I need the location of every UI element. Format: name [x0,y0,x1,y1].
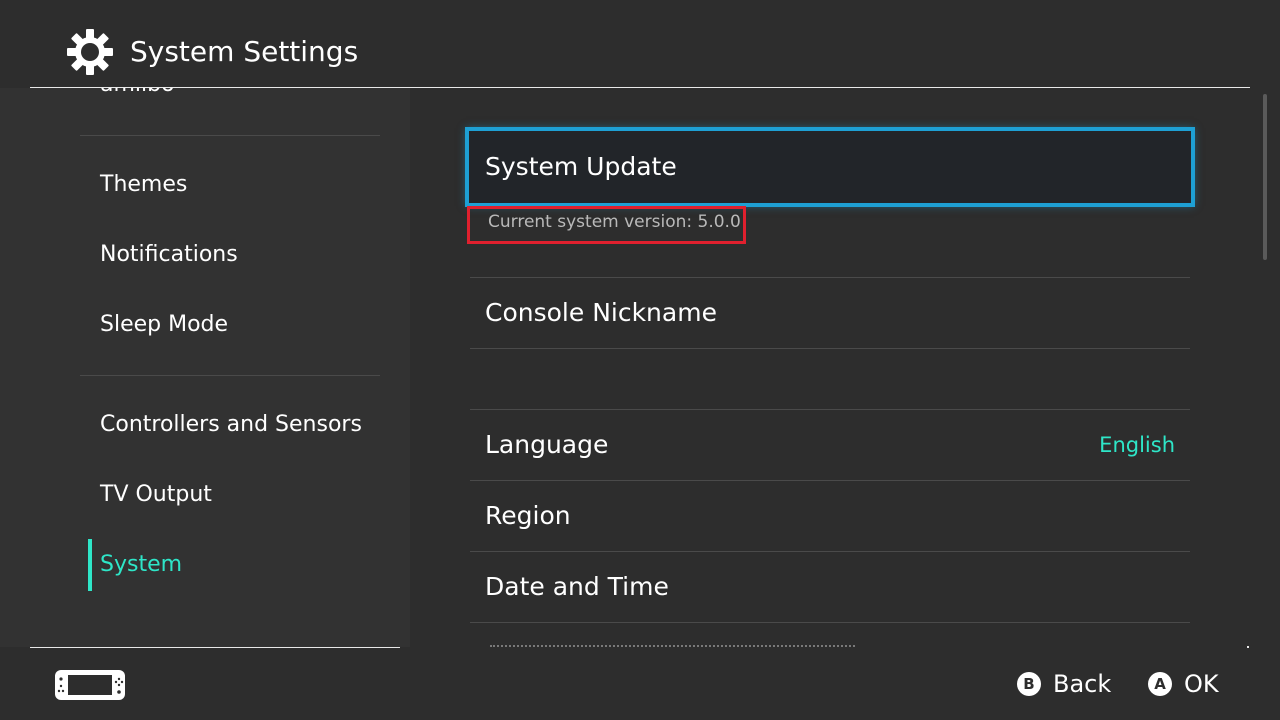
sidebar: amiibo Themes Notifications Sleep Mode C… [0,88,410,647]
sidebar-item-themes[interactable]: Themes [100,170,187,200]
ok-button[interactable]: A OK [1148,666,1219,702]
language-label: Language [485,430,609,459]
back-label: Back [1053,670,1112,698]
language-value: English [1099,433,1175,457]
sidebar-item-sleep-mode[interactable]: Sleep Mode [100,310,228,340]
date-and-time-row[interactable]: Date and Time [470,552,1190,622]
gear-icon [67,29,113,75]
sidebar-item-controllers-and-sensors[interactable]: Controllers and Sensors [100,410,362,440]
sidebar-active-indicator [88,539,92,591]
console-handheld-icon [55,670,125,700]
scrollbar[interactable] [1263,94,1267,260]
header: System Settings [0,0,1280,88]
sidebar-item-tv-output[interactable]: TV Output [100,480,212,510]
a-button-icon: A [1148,672,1172,696]
page-title: System Settings [130,35,359,68]
sidebar-divider [80,375,380,376]
next-row-edge [490,645,855,647]
back-button[interactable]: B Back [1017,666,1111,702]
region-row[interactable]: Region [470,481,1190,551]
b-button-icon: B [1017,672,1041,696]
console-nickname-label: Console Nickname [485,298,717,327]
date-and-time-label: Date and Time [485,572,669,601]
row-divider [470,348,1190,349]
version-highlight-box [467,206,746,244]
system-update-row[interactable]: System Update [466,128,1194,206]
main-panel: System Update Current system version: 5.… [410,88,1250,647]
footer-divider-end [1247,646,1249,648]
language-row[interactable]: Language English [470,410,1190,480]
system-update-label: System Update [485,152,677,181]
row-divider [470,622,1190,623]
footer-divider [30,647,400,648]
ok-label: OK [1184,670,1219,698]
sidebar-divider [80,135,380,136]
console-nickname-row[interactable]: Console Nickname [470,278,1190,348]
region-label: Region [485,501,571,530]
sidebar-item-notifications[interactable]: Notifications [100,240,238,270]
sidebar-item-amiibo[interactable]: amiibo [100,88,175,100]
sidebar-item-system[interactable]: System [100,550,182,580]
